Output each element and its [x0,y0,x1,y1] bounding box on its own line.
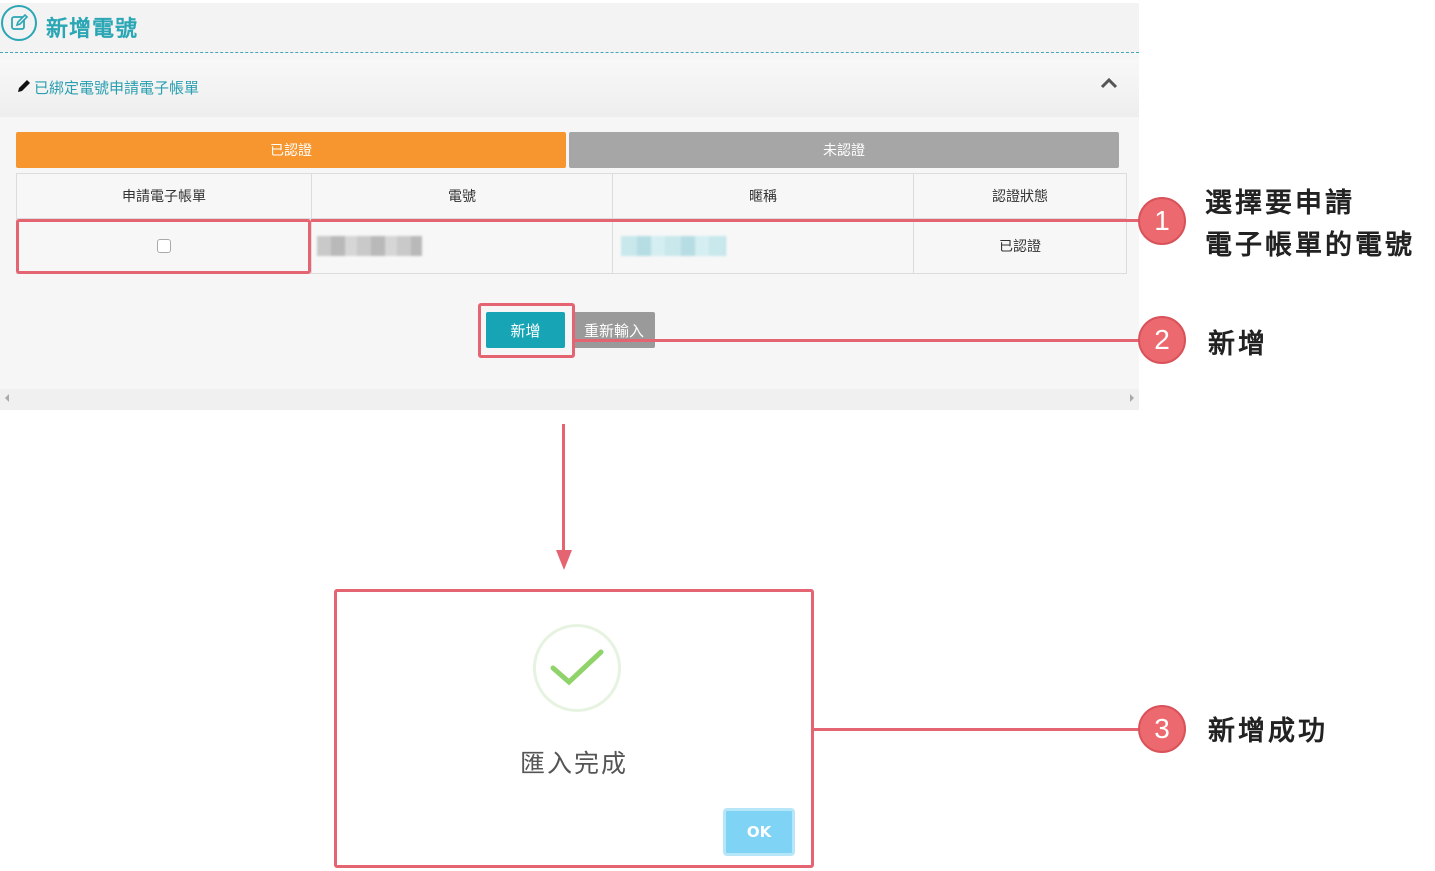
highlight-add-button [478,303,575,358]
column-header-apply: 申請電子帳單 [16,173,312,219]
reset-button[interactable]: 重新輸入 [573,312,655,348]
tutorial-canvas: 新增電號 已綁定電號申請電子帳單 已認證 未認證 申請電子帳單 電號 暱稱 認證… [0,0,1435,871]
redacted-meter-number [317,236,422,256]
pencil-icon [16,78,32,98]
redacted-nickname [621,236,726,256]
scroll-right-icon[interactable] [1130,394,1134,402]
status-cell: 已認證 [913,218,1127,274]
page-title: 新增電號 [46,17,139,42]
step-note-3: 新增成功 [1208,716,1328,747]
arrow-down-icon [556,550,572,570]
connector-2 [575,339,1139,342]
section-title-text: 已綁定電號申請電子帳單 [34,79,200,97]
success-check-icon [533,624,621,712]
tab-verified[interactable]: 已認證 [16,132,566,168]
dialog-message: 匯入完成 [519,749,628,778]
column-header-status: 認證狀態 [913,173,1127,219]
connector-1 [311,219,1139,222]
flow-arrow-shaft [562,424,565,564]
step-note-1: 選擇要申請 電子帳單的電號 [1205,183,1415,267]
step-badge-2: 2 [1138,316,1186,364]
section-title: 已綁定電號申請電子帳單 [16,77,199,98]
edit-icon [1,5,37,41]
success-dialog: 匯入完成 OK [334,589,814,868]
step-badge-1: 1 [1138,197,1186,245]
connector-3 [814,728,1139,731]
horizontal-scrollbar[interactable] [0,389,1139,410]
highlight-checkbox [16,219,311,274]
column-header-meter-number: 電號 [311,173,613,219]
step-note-1-line-2: 電子帳單的電號 [1205,230,1415,261]
scroll-left-icon[interactable] [5,394,9,402]
nickname-cell [612,218,914,274]
chevron-up-icon[interactable] [1098,73,1120,93]
step-badge-3: 3 [1138,705,1186,753]
tab-unverified[interactable]: 未認證 [569,132,1119,168]
meter-number-cell [311,218,613,274]
column-header-nickname: 暱稱 [612,173,914,219]
table-header-row: 申請電子帳單 電號 暱稱 認證狀態 [16,173,1127,219]
page-header: 新增電號 [0,3,1139,53]
ok-button[interactable]: OK [723,808,795,856]
step-note-2: 新增 [1208,329,1268,360]
step-note-1-line-1: 選擇要申請 [1205,188,1355,219]
